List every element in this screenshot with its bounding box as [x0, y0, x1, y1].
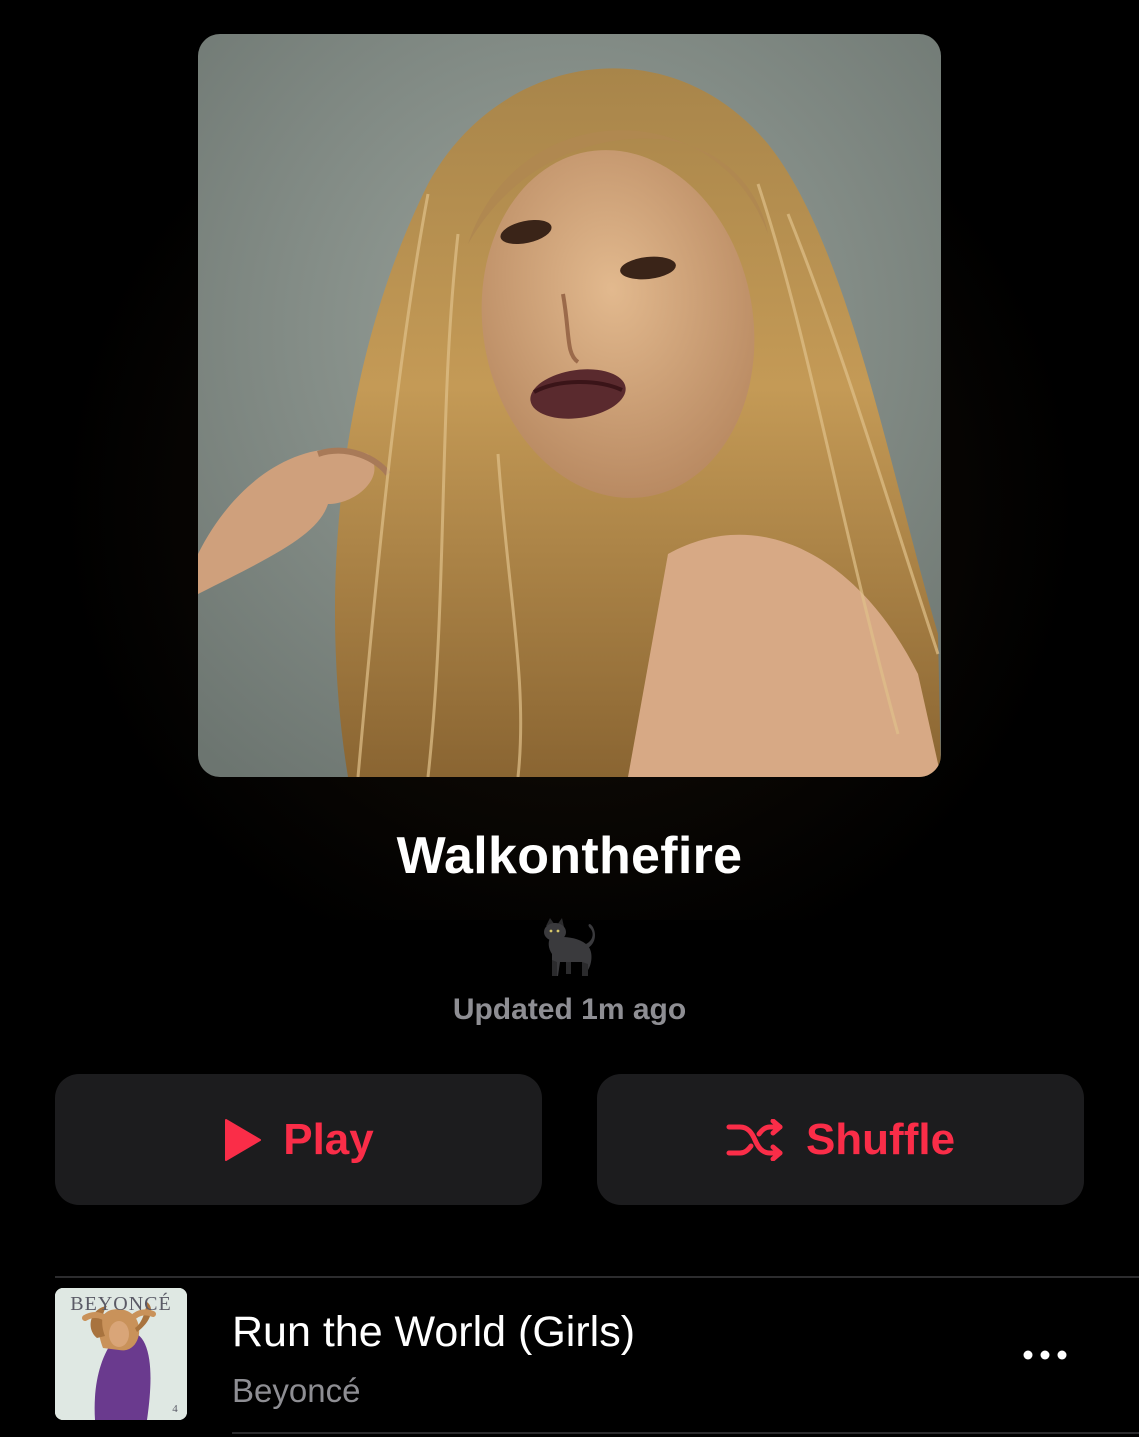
- album-art-text: BEYONCÉ: [70, 1292, 171, 1315]
- shuffle-icon: [726, 1118, 784, 1161]
- playlist-artwork: [198, 34, 941, 777]
- track-divider: [232, 1432, 1139, 1434]
- play-label: Play: [283, 1114, 374, 1164]
- play-button[interactable]: Play: [55, 1074, 542, 1205]
- track-artwork: BEYONCÉ 4: [55, 1288, 187, 1420]
- play-icon: [223, 1118, 262, 1161]
- shuffle-button[interactable]: Shuffle: [597, 1074, 1084, 1205]
- shuffle-label: Shuffle: [805, 1114, 956, 1164]
- track-artist: Beyoncé: [232, 1372, 361, 1409]
- ellipsis-icon: [1023, 1350, 1067, 1360]
- black-cat-icon: [538, 918, 602, 978]
- track-title: Run the World (Girls): [232, 1308, 636, 1356]
- playlist-title: Walkonthefire: [396, 827, 743, 885]
- track-row[interactable]: BEYONCÉ 4 Run the World (Girls) Beyoncé: [0, 1278, 1139, 1434]
- more-options-button[interactable]: [1015, 1333, 1075, 1377]
- album-art-number: 4: [172, 1403, 178, 1415]
- updated-timestamp: Updated 1m ago: [452, 993, 687, 1026]
